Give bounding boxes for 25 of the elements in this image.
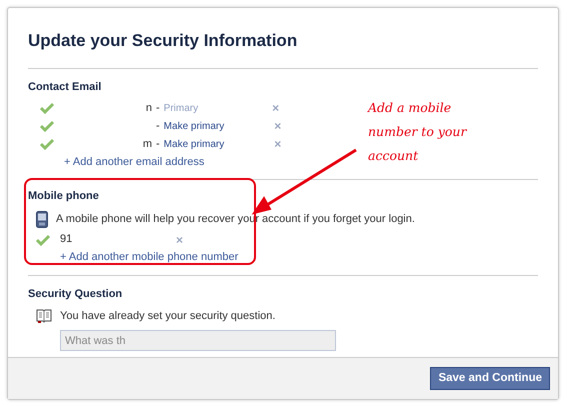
annotation-note: Add a mobile number to your account (368, 99, 468, 165)
add-email-link[interactable]: + Add another email address (64, 154, 204, 170)
make-primary-link[interactable]: Make primary (164, 136, 224, 152)
remove-button[interactable]: × (272, 102, 280, 114)
dialog-title: Update your Security Information (28, 30, 298, 52)
book-icon (36, 309, 52, 323)
make-primary-link[interactable]: Make primary (164, 118, 224, 134)
section-heading: Mobile phone (28, 189, 100, 204)
separator-text: - (156, 118, 160, 134)
remove-button[interactable]: × (274, 120, 282, 132)
separator-text: - (156, 100, 160, 116)
email-address: m (142, 138, 152, 150)
remove-button[interactable]: × (176, 234, 184, 246)
section-heading: Security Question (28, 286, 124, 302)
separator-text: - (156, 136, 160, 152)
add-phone-link[interactable]: + Add another mobile phone number (60, 249, 238, 266)
primary-label: Primary (164, 102, 198, 116)
remove-button[interactable]: × (274, 138, 282, 150)
phone-number: 91 (60, 232, 74, 248)
info-text: You have already set your security question. (60, 308, 276, 324)
security-question-field[interactable]: What was th (60, 330, 336, 351)
section-heading: Contact Email (28, 80, 102, 94)
phone-icon (36, 211, 48, 228)
email-address: n (146, 102, 152, 114)
save-button[interactable]: Save and Continue (430, 366, 550, 390)
